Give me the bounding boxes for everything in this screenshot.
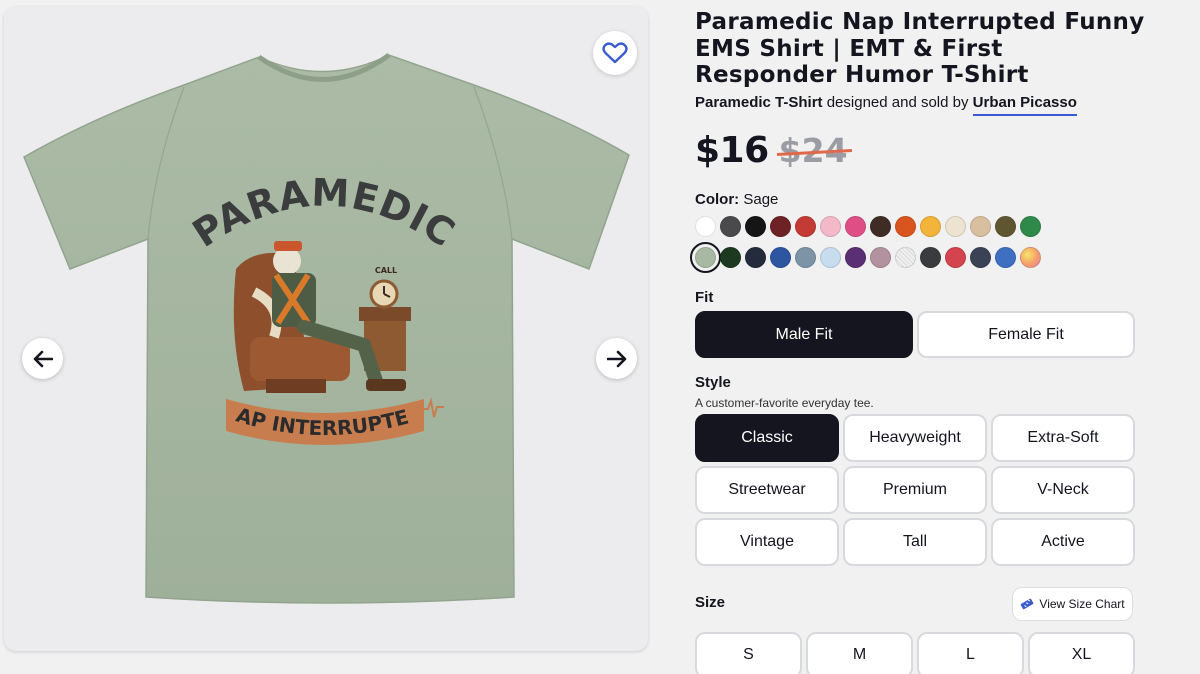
heart-icon bbox=[602, 42, 628, 64]
product-byline: Paramedic T-Shirt designed and sold by U… bbox=[695, 94, 1077, 116]
ruler-icon bbox=[1021, 598, 1034, 610]
color-swatch-royal[interactable] bbox=[770, 247, 791, 268]
view-size-chart-label: View Size Chart bbox=[1039, 597, 1125, 611]
view-size-chart-button[interactable]: View Size Chart bbox=[1012, 587, 1133, 621]
color-swatch-tan[interactable] bbox=[970, 216, 991, 237]
color-swatches bbox=[690, 216, 1135, 273]
color-swatch-gold[interactable] bbox=[920, 216, 941, 237]
color-swatch-navy[interactable] bbox=[745, 247, 766, 268]
color-swatch-dark-heather[interactable] bbox=[920, 247, 941, 268]
color-swatch-black[interactable] bbox=[745, 216, 766, 237]
artwork-clock-text: CALL bbox=[375, 266, 397, 275]
color-swatch-mauve[interactable] bbox=[870, 247, 891, 268]
style-option-extra-soft[interactable]: Extra-Soft bbox=[991, 414, 1135, 462]
color-swatch-white[interactable] bbox=[695, 216, 716, 237]
original-price: $24 bbox=[778, 131, 848, 170]
size-option-s[interactable]: S bbox=[695, 632, 802, 674]
artist-link[interactable]: Urban Picasso bbox=[972, 94, 1077, 116]
arrow-right-icon bbox=[606, 350, 626, 367]
color-swatch-slate-blue[interactable] bbox=[795, 247, 816, 268]
color-swatch-heather-blue[interactable] bbox=[995, 247, 1016, 268]
color-swatch-heather-navy[interactable] bbox=[970, 247, 991, 268]
color-swatch-maroon[interactable] bbox=[770, 216, 791, 237]
fit-label: Fit bbox=[695, 289, 714, 306]
size-label: Size bbox=[695, 594, 726, 611]
next-image-button[interactable] bbox=[596, 338, 637, 379]
arrow-left-icon bbox=[33, 350, 53, 367]
current-price: $16 bbox=[695, 130, 769, 171]
color-swatch-red[interactable] bbox=[795, 216, 816, 237]
product-page: PARAMEDIC CALL NAP bbox=[0, 0, 1200, 674]
size-option-m[interactable]: M bbox=[806, 632, 913, 674]
style-option-classic[interactable]: Classic bbox=[695, 414, 839, 462]
color-label-title: Color: bbox=[695, 191, 740, 208]
style-option-heavyweight[interactable]: Heavyweight bbox=[843, 414, 987, 462]
style-option-vintage[interactable]: Vintage bbox=[695, 518, 839, 566]
previous-image-button[interactable] bbox=[22, 338, 63, 379]
style-label: Style bbox=[695, 374, 731, 391]
selected-color: Sage bbox=[743, 191, 779, 208]
size-option-l[interactable]: L bbox=[917, 632, 1024, 674]
color-swatch-natural[interactable] bbox=[945, 216, 966, 237]
color-label: Color: Sage bbox=[695, 191, 778, 208]
color-swatch-light-pink[interactable] bbox=[820, 216, 841, 237]
color-swatch-pink[interactable] bbox=[845, 216, 866, 237]
color-swatch-light-blue[interactable] bbox=[820, 247, 841, 268]
color-swatch-tie-dye[interactable] bbox=[1020, 247, 1041, 268]
style-option-premium[interactable]: Premium bbox=[843, 466, 987, 514]
fit-option-male[interactable]: Male Fit bbox=[695, 311, 913, 358]
color-swatch-olive[interactable] bbox=[995, 216, 1016, 237]
color-swatch-heather-white[interactable] bbox=[895, 247, 916, 268]
color-swatch-kelly-green[interactable] bbox=[1020, 216, 1041, 237]
color-swatch-forest[interactable] bbox=[720, 247, 741, 268]
favorite-button[interactable] bbox=[593, 31, 637, 75]
product-type: Paramedic T-Shirt bbox=[695, 94, 823, 111]
byline-text: designed and sold by bbox=[826, 94, 969, 111]
color-swatch-brown[interactable] bbox=[870, 216, 891, 237]
size-option-xl[interactable]: XL bbox=[1028, 632, 1135, 674]
color-swatch-purple[interactable] bbox=[845, 247, 866, 268]
tshirt-image: PARAMEDIC CALL NAP bbox=[4, 7, 630, 604]
style-option-active[interactable]: Active bbox=[991, 518, 1135, 566]
style-option-streetwear[interactable]: Streetwear bbox=[695, 466, 839, 514]
style-option-tall[interactable]: Tall bbox=[843, 518, 987, 566]
product-image-card: PARAMEDIC CALL NAP bbox=[4, 7, 648, 651]
style-option-v-neck[interactable]: V-Neck bbox=[991, 466, 1135, 514]
color-swatch-orange[interactable] bbox=[895, 216, 916, 237]
style-description: A customer-favorite everyday tee. bbox=[695, 396, 874, 410]
price-row: $16 $24 bbox=[695, 130, 848, 171]
color-swatch-charcoal[interactable] bbox=[720, 216, 741, 237]
product-title: Paramedic Nap Interrupted Funny EMS Shir… bbox=[695, 9, 1145, 88]
fit-option-female[interactable]: Female Fit bbox=[917, 311, 1135, 358]
color-swatch-heather-red[interactable] bbox=[945, 247, 966, 268]
color-swatch-sage[interactable] bbox=[690, 242, 721, 273]
